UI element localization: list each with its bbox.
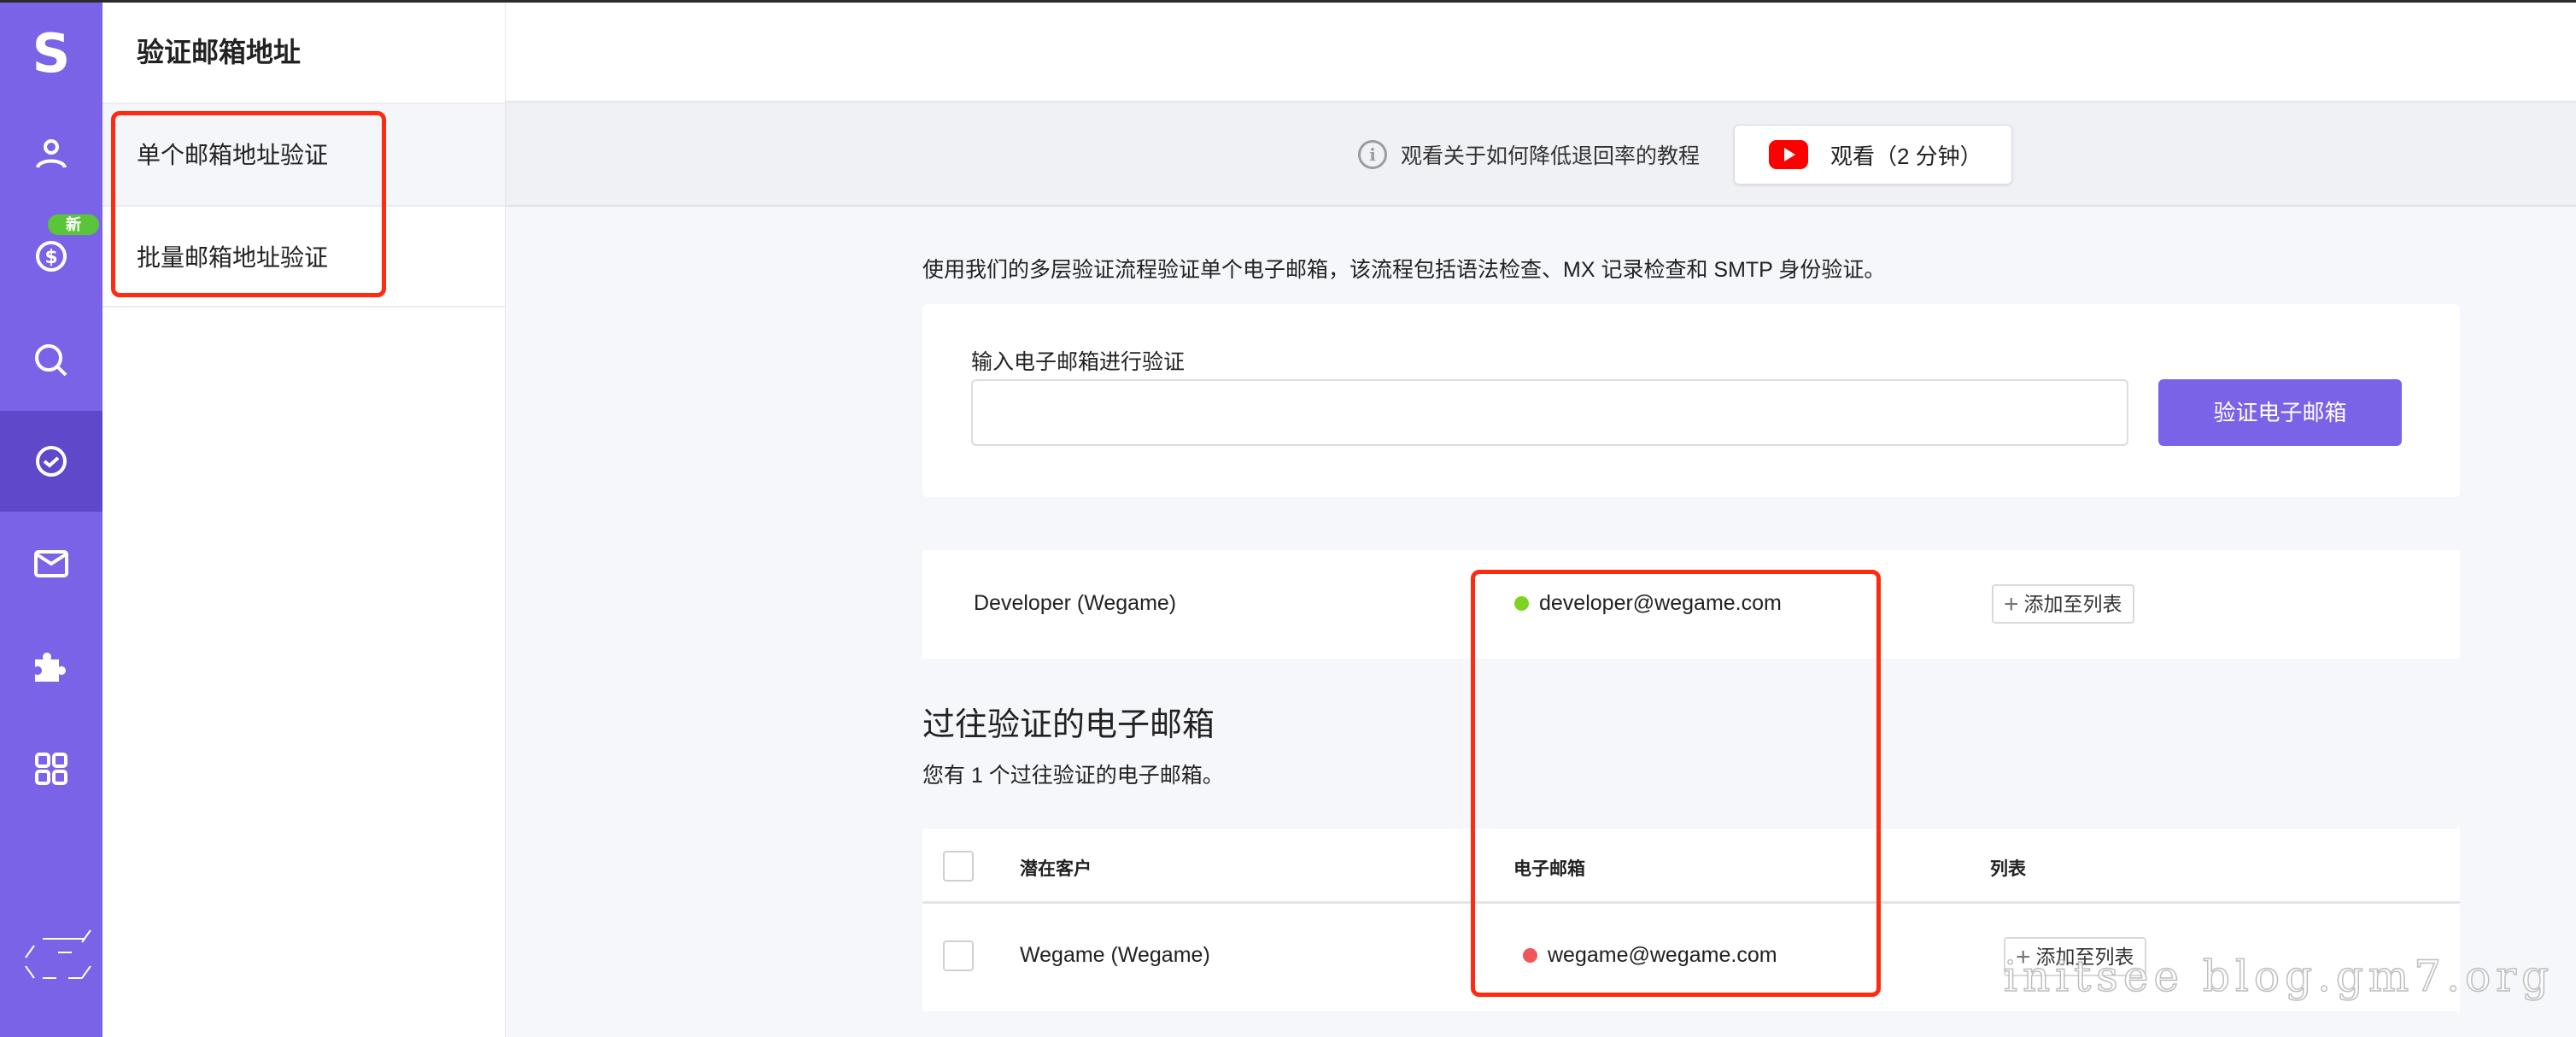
app-logo[interactable]: S	[0, 3, 102, 103]
description: 使用我们的多层验证流程验证单个电子邮箱，该流程包括语法检查、MX 记录检查和 S…	[922, 258, 1886, 282]
email-input[interactable]	[971, 379, 2128, 446]
add-to-list-button[interactable]: + 添加至列表	[1992, 584, 2134, 624]
select-all-checkbox[interactable]	[943, 851, 974, 882]
tutorial-info: i 观看关于如何降低退回率的教程	[1358, 139, 1700, 170]
mail-icon[interactable]	[0, 513, 102, 614]
header-list: 列表	[1990, 859, 2026, 879]
ascii-art-icon	[0, 917, 102, 1017]
header-prospect: 潜在客户	[1020, 859, 1092, 879]
search-icon[interactable]	[0, 310, 102, 411]
row-checkbox[interactable]	[943, 940, 974, 971]
history-title: 过往验证的电子邮箱	[922, 707, 1215, 743]
panel-title: 验证邮箱地址	[137, 37, 302, 67]
highlight-annotation	[111, 111, 386, 297]
highlight-annotation	[1471, 570, 1881, 997]
youtube-icon	[1769, 140, 1808, 169]
svg-text:$: $	[44, 247, 57, 268]
email-input-label: 输入电子邮箱进行验证	[971, 350, 1186, 374]
contacts-icon[interactable]	[0, 103, 102, 204]
extensions-icon[interactable]	[0, 616, 102, 717]
verify-icon[interactable]	[0, 411, 102, 512]
watermark: initsee blog.gm7.org	[2003, 951, 2555, 1002]
main-header	[506, 3, 2576, 103]
apps-icon[interactable]	[0, 718, 102, 819]
history-subtitle: 您有 1 个过往验证的电子邮箱。	[922, 764, 1224, 788]
watch-video-button[interactable]: 观看（2 分钟）	[1734, 125, 2012, 185]
tutorial-text: 观看关于如何降低退回率的教程	[1401, 144, 1701, 168]
plus-icon: +	[2004, 590, 2019, 618]
row-name: Wegame (Wegame)	[1020, 943, 1210, 967]
verify-email-button[interactable]: 验证电子邮箱	[2158, 379, 2402, 446]
result-name: Developer (Wegame)	[974, 591, 1177, 615]
info-icon: i	[1358, 140, 1387, 169]
watch-label: 观看（2 分钟）	[1830, 143, 1982, 169]
icon-sidebar: S $ 新	[0, 3, 102, 1037]
new-badge: 新	[48, 214, 99, 235]
